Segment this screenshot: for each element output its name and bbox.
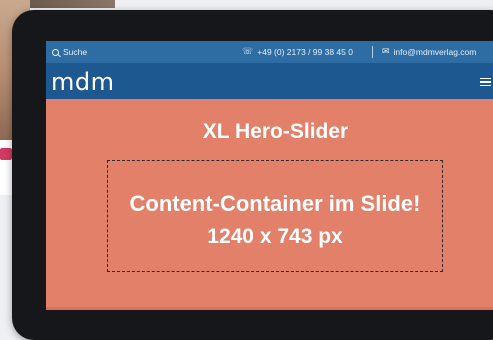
content-container: Content-Container im Slide! 1240 x 743 p…: [107, 160, 443, 272]
site-header: mdm: [46, 63, 493, 99]
hero-title: XL Hero-Slider: [202, 120, 349, 143]
email-address: info@mdmverlag.com: [393, 47, 477, 57]
mail-icon: ✉: [382, 46, 390, 57]
top-info-bar: Suche ☏ +49 (0) 2173 / 99 38 45 0 ✉ info…: [46, 41, 493, 63]
phone-number: +49 (0) 2173 / 99 38 45 0: [257, 47, 353, 57]
tablet-screen: Suche ☏ +49 (0) 2173 / 99 38 45 0 ✉ info…: [46, 41, 493, 310]
search-label: Suche: [63, 47, 88, 57]
email-link[interactable]: ✉ info@mdmverlag.com: [382, 47, 476, 57]
topbar-divider: [372, 46, 373, 58]
content-container-dimensions: 1240 x 743 px: [207, 225, 343, 248]
tablet-frame: Suche ☏ +49 (0) 2173 / 99 38 45 0 ✉ info…: [12, 10, 493, 340]
content-container-heading: Content-Container im Slide!: [129, 191, 421, 216]
background-tag: [0, 148, 12, 160]
site-logo[interactable]: mdm: [51, 68, 115, 96]
search-icon: [52, 48, 59, 56]
hamburger-menu-icon[interactable]: [480, 78, 491, 87]
background-photo-strip: [30, 0, 115, 8]
search-trigger[interactable]: Suche: [52, 47, 87, 57]
phone-icon: ☏: [242, 46, 254, 57]
hero-bottom-edge: [46, 307, 493, 310]
hero-slider: XL Hero-Slider Content-Container im Slid…: [46, 99, 493, 310]
phone-link[interactable]: ☏ +49 (0) 2173 / 99 38 45 0: [242, 47, 353, 57]
